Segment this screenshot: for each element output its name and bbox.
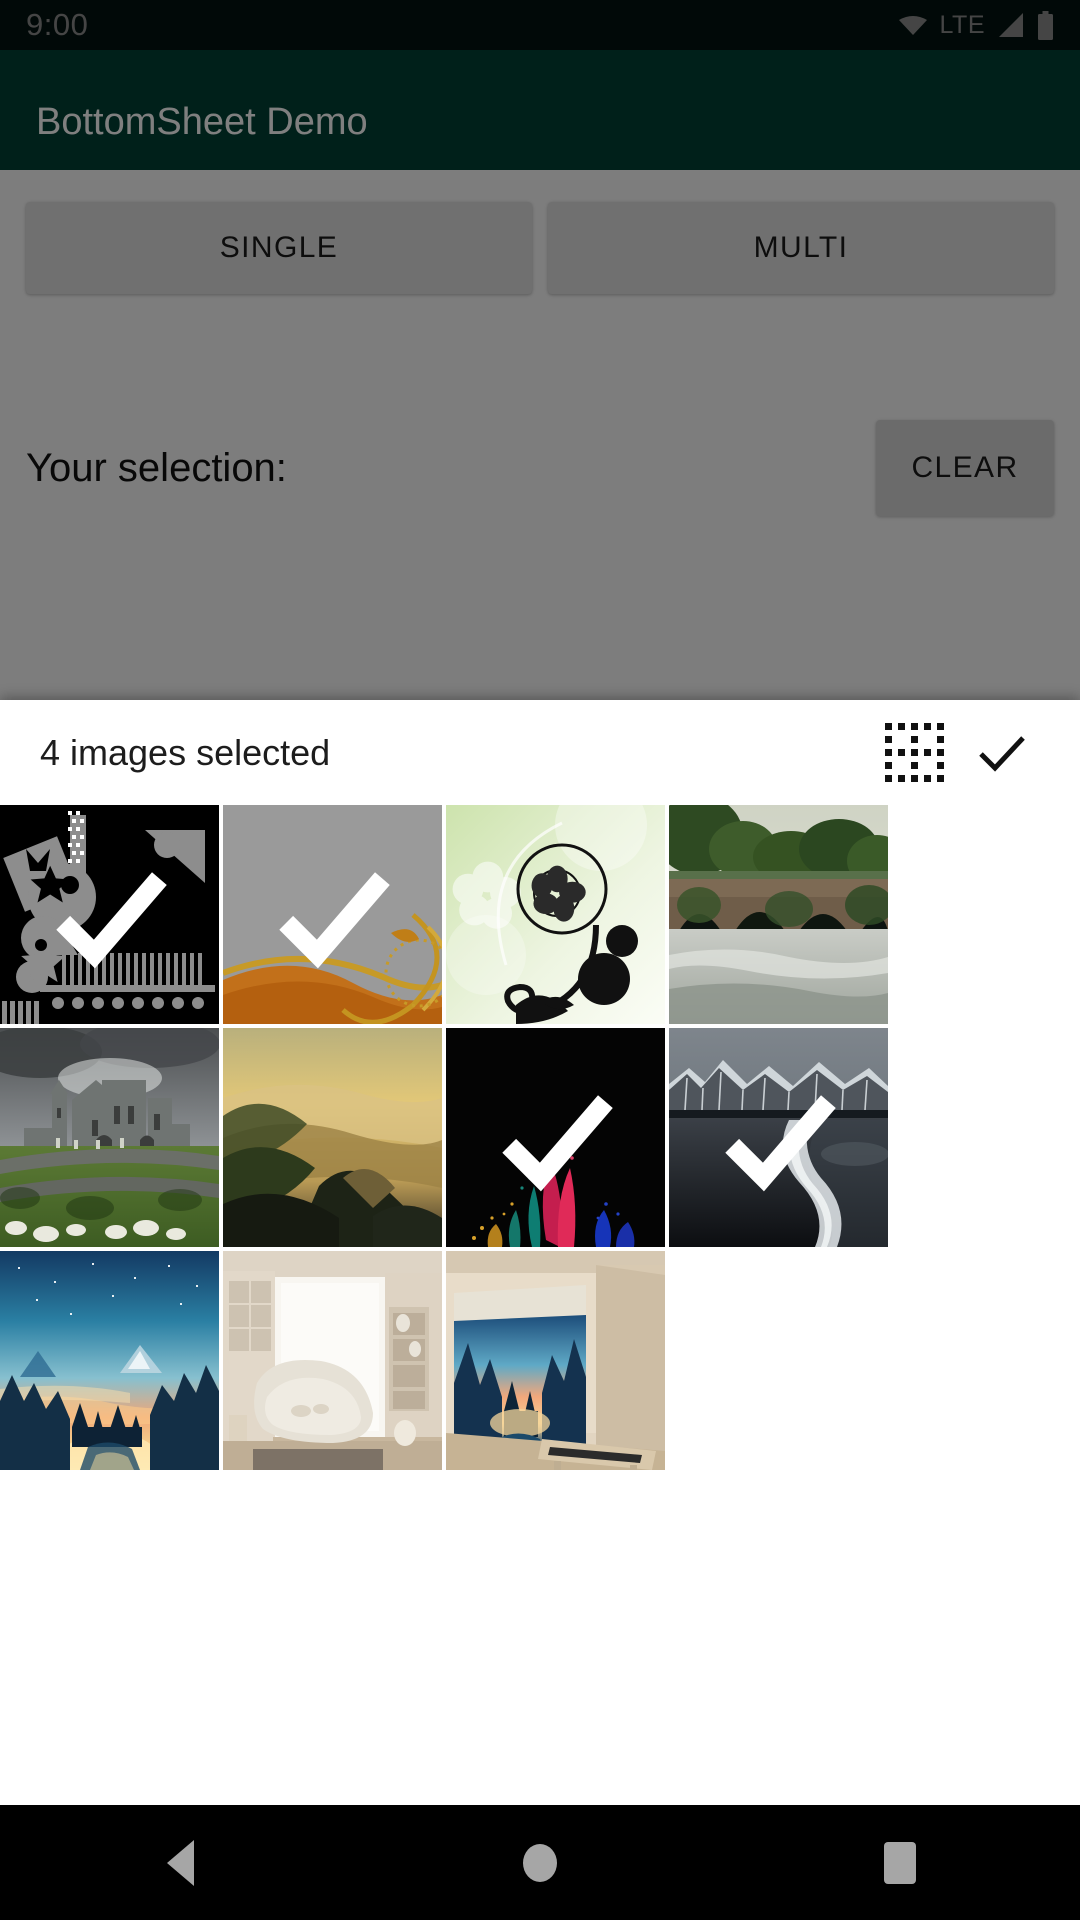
system-navigation-bar [0,1805,1080,1920]
grid-item-bright-living-room[interactable] [223,1251,442,1470]
nav-recents-button[interactable] [840,1805,960,1920]
back-triangle-icon [166,1839,194,1886]
grid-item-abstract-geometric-shapes[interactable] [0,805,219,1024]
nav-home-button[interactable] [480,1805,600,1920]
room-with-framed-art-thumbnail [446,1251,665,1470]
grid-item-colour-powder-explosion[interactable] [446,1028,665,1247]
gold-swirl-on-grey-thumbnail [223,805,442,1024]
colour-powder-explosion-thumbnail [446,1028,665,1247]
confirm-selection-button[interactable] [958,709,1046,797]
grid-item-room-with-framed-art[interactable] [446,1251,665,1470]
border-select-icon [884,723,944,782]
grid-item-stone-bridge-over-river[interactable] [669,805,888,1024]
rock-of-cashel-castle-thumbnail [0,1028,219,1247]
grid-item-black-sand-beach-mountains[interactable] [669,1028,888,1247]
stone-bridge-over-river-thumbnail [669,805,888,1024]
nav-back-button[interactable] [120,1805,240,1920]
check-icon [979,735,1025,772]
pixel-sunset-forest-thumbnail [0,1251,219,1470]
selected-count-label: 4 images selected [40,731,331,773]
black-sand-beach-mountains-thumbnail [669,1028,888,1247]
bottom-sheet: 4 images selected [0,700,1080,1860]
grid-item-empty-slot [669,1251,888,1470]
recents-square-icon [884,1841,916,1884]
abstract-geometric-shapes-thumbnail [0,805,219,1024]
image-grid [0,805,1080,1470]
green-floral-vector-thumbnail [446,805,665,1024]
grid-item-rock-of-cashel-castle[interactable] [0,1028,219,1247]
bright-living-room-thumbnail [223,1251,442,1470]
grid-item-gold-swirl-on-grey[interactable] [223,805,442,1024]
grid-item-green-floral-vector[interactable] [446,805,665,1024]
golden-mountain-sunrise-thumbnail [223,1028,442,1247]
bottom-sheet-header: 4 images selected [0,700,1080,805]
grid-item-golden-mountain-sunrise[interactable] [223,1028,442,1247]
grid-item-pixel-sunset-forest[interactable] [0,1251,219,1470]
home-circle-icon [523,1843,557,1882]
scrim-status-overlay [0,0,1080,50]
border-select-button[interactable] [870,709,958,797]
